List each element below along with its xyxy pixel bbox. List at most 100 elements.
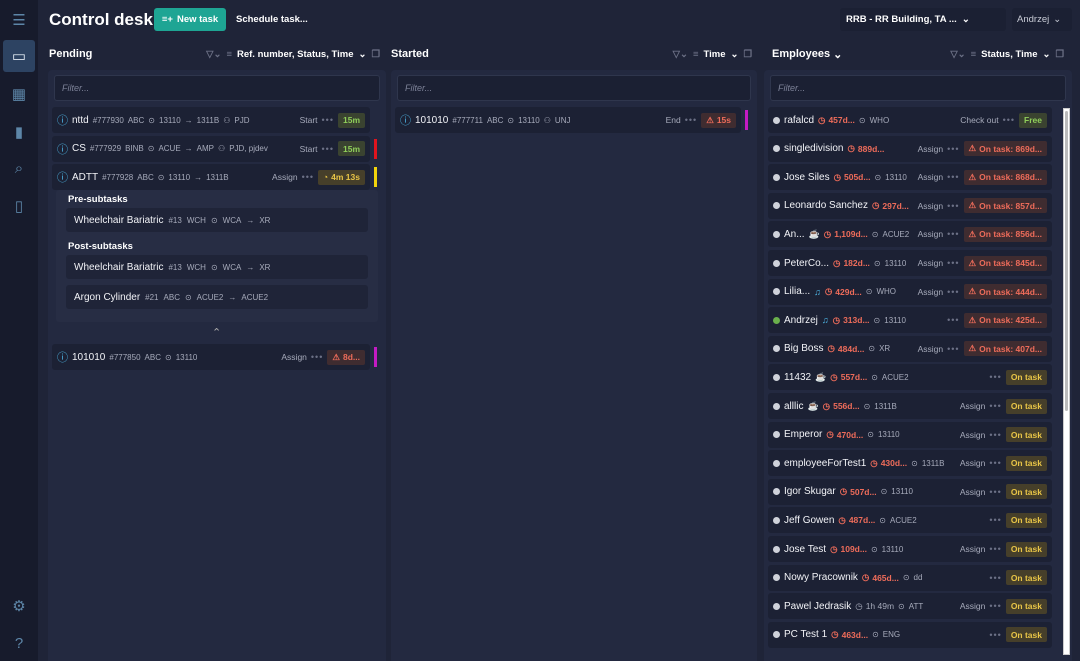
chart-icon[interactable]: ▮ [3,116,35,148]
more-options-button[interactable]: ••• [947,201,959,211]
help-icon[interactable]: ? [3,627,35,659]
employee-row[interactable]: Jeff Gowen ◷ 487d... ⊙ ACUE2 ••• On task [768,507,1052,534]
calendar-icon[interactable]: ▦ [3,78,35,110]
more-options-button[interactable]: ••• [989,544,1001,554]
filter-icon[interactable]: ▽⌄ [950,49,965,60]
new-task-button[interactable]: ≡+ New task [154,8,226,31]
subtask-row[interactable]: Argon Cylinder #21 ABC ⊙ ACUE2 → ACUE2 [66,285,368,309]
more-options-button[interactable]: ••• [989,401,1001,411]
filter-icon[interactable]: ▽⌄ [673,49,688,60]
employee-action-button[interactable]: Assign [960,544,986,554]
employee-action-button[interactable]: Assign [918,344,944,354]
employee-row[interactable]: Nowy Pracownik ◷ 465d... ⊙ dd ••• On task [768,564,1052,591]
more-options-button[interactable]: ••• [947,344,959,354]
employee-action-button[interactable]: Assign [918,287,944,297]
chevron-down-icon[interactable]: ⌄ [731,49,739,60]
task-row[interactable]: ⓘ 101010 #777850 ABC ⊙ 13110 Assign ••• ⚠ 8d... [52,344,370,370]
select-all-icon[interactable]: ❐ [1055,49,1064,60]
subtask-row[interactable]: Wheelchair Bariatric #13 WCH ⊙ WCA → XR [66,208,368,232]
employee-action-button[interactable]: Assign [918,229,944,239]
schedule-task-button[interactable]: Schedule task... [236,14,308,25]
employee-row[interactable]: Jose Test ◷ 109d... ⊙ 13110 Assign ••• On task [768,536,1052,562]
more-options-button[interactable]: ••• [989,372,1001,382]
started-sort[interactable]: Time [703,49,725,60]
more-options-button[interactable]: ••• [311,352,323,362]
collapse-chevron-icon[interactable]: ⌃ [212,326,221,339]
task-action-button[interactable]: End [666,115,681,125]
more-options-button[interactable]: ••• [322,144,334,154]
more-options-button[interactable]: ••• [989,630,1001,640]
employees-filter-input[interactable]: Filter... [770,75,1066,101]
more-options-button[interactable]: ••• [989,458,1001,468]
more-options-button[interactable]: ••• [1003,115,1015,125]
building-select[interactable]: RRB - RR Building, TA ... ⌄ [840,8,1006,31]
started-filter-input[interactable]: Filter... [397,75,751,101]
employee-row[interactable]: Big Boss ◷ 484d... ⊙ XR Assign ••• ⚠ On task: 40… [768,335,1052,362]
employee-row[interactable]: PeterCo... ◷ 182d... ⊙ 13110 Assign ••• ⚠ On tas… [768,250,1052,276]
subtask-row[interactable]: Wheelchair Bariatric #13 WCH ⊙ WCA → XR [66,255,368,279]
more-options-button[interactable]: ••• [947,287,959,297]
employee-row[interactable]: Pawel Jedrasik ◷ 1h 49m ⊙ ATT Assign ••• On tas… [768,593,1052,620]
task-row[interactable]: ⓘ nttd #777930 ABC ⊙ 13110 → 1311B ⚇ PJD Start ••• 1… [52,107,370,133]
task-row[interactable]: ⓘ ADTT #777928 ABC ⊙ 13110 → 1311B Assign ••• ◔ 4m … [52,164,370,191]
more-options-button[interactable]: ••• [989,515,1001,525]
employee-row[interactable]: rafalcd ◷ 457d... ⊙ WHO Check out ••• Free [768,107,1052,133]
employee-action-button[interactable]: Assign [960,430,986,440]
select-all-icon[interactable]: ❐ [743,49,752,60]
more-options-button[interactable]: ••• [989,487,1001,497]
filter-icon[interactable]: ▽⌄ [206,49,221,60]
task-action-button[interactable]: Start [300,144,318,154]
task-action-button[interactable]: Assign [281,352,307,362]
employee-action-button[interactable]: Check out [960,115,998,125]
task-action-button[interactable]: Assign [272,172,298,182]
employee-action-button[interactable]: Assign [918,172,944,182]
employee-row[interactable]: Jose Siles ◷ 505d... ⊙ 13110 Assign ••• ⚠ On tas… [768,164,1052,191]
chevron-down-icon[interactable]: ⌄ [359,49,367,60]
menu-icon[interactable]: ☰ [3,4,35,36]
employee-action-button[interactable]: Assign [918,258,944,268]
employee-row[interactable]: Lilia... ♫ ◷ 429d... ⊙ WHO Assign ••• ⚠ On task: … [768,278,1052,305]
employee-row[interactable]: 11432 ☕ ◷ 557d... ⊙ ACUE2 ••• On task [768,364,1052,391]
employee-row[interactable]: Andrzej ♫ ◷ 313d... ⊙ 13110 ••• ⚠ On task: 425d.… [768,307,1052,334]
more-options-button[interactable]: ••• [989,573,1001,583]
gear-icon[interactable]: ⚙ [3,590,35,622]
employees-title[interactable]: Employees ⌄ [772,45,842,63]
more-options-button[interactable]: ••• [685,115,697,125]
more-options-button[interactable]: ••• [947,315,959,325]
employee-row[interactable]: Leonardo Sanchez ◷ 297d... Assign ••• ⚠ On tas… [768,192,1052,219]
employee-row[interactable]: An... ☕ ◷ 1,109d... ⊙ ACUE2 Assign ••• ⚠ On task:… [768,221,1052,248]
employee-row[interactable]: Emperor ◷ 470d... ⊙ 13110 Assign ••• On task [768,421,1052,448]
employee-action-button[interactable]: Assign [960,458,986,468]
search-icon[interactable]: ⌕ [3,152,35,184]
more-options-button[interactable]: ••• [947,144,959,154]
more-options-button[interactable]: ••• [302,172,314,182]
employee-row[interactable]: employeeForTest1 ◷ 430d... ⊙ 1311B Assign ••• O… [768,450,1052,477]
employee-action-button[interactable]: Assign [918,144,944,154]
chevron-down-icon[interactable]: ⌄ [1043,49,1051,60]
more-options-button[interactable]: ••• [322,115,334,125]
task-action-button[interactable]: Start [300,115,318,125]
monitor-icon[interactable]: ▭ [3,40,35,72]
task-row[interactable]: ⓘ 101010 #777711 ABC ⊙ 13110 ⚇ UNJ End ••• ⚠ 15s [395,107,741,133]
user-menu[interactable]: Andrzej ⌄ [1012,8,1072,31]
task-row[interactable]: ⓘ CS #777929 BINB ⊙ ACUE → AMP ⚇ PJD, pjdev Start •… [52,135,370,162]
more-options-button[interactable]: ••• [947,172,959,182]
select-all-icon[interactable]: ❐ [371,49,380,60]
employee-row[interactable]: singledivision ◷ 889d... Assign ••• ⚠ On task:… [768,135,1052,162]
employee-action-button[interactable]: Assign [918,201,944,211]
employee-row[interactable]: alllic ☕ ◷ 556d... ⊙ 1311B Assign ••• On task [768,393,1052,419]
employee-action-button[interactable]: Assign [960,401,986,411]
employee-action-button[interactable]: Assign [960,601,986,611]
employee-action-button[interactable]: Assign [960,487,986,497]
employees-sort[interactable]: Status, Time [981,49,1037,60]
employees-scrollbar[interactable] [1063,108,1070,655]
pending-filter-input[interactable]: Filter... [54,75,380,101]
map-icon[interactable]: ▯ [3,190,35,222]
more-options-button[interactable]: ••• [989,601,1001,611]
more-options-button[interactable]: ••• [989,430,1001,440]
more-options-button[interactable]: ••• [947,258,959,268]
employee-row[interactable]: Igor Skugar ◷ 507d... ⊙ 13110 Assign ••• On tas… [768,478,1052,505]
employee-row[interactable]: PC Test 1 ◷ 463d... ⊙ ENG ••• On task [768,621,1052,648]
more-options-button[interactable]: ••• [947,229,959,239]
pending-sort[interactable]: Ref. number, Status, Time [237,49,354,60]
